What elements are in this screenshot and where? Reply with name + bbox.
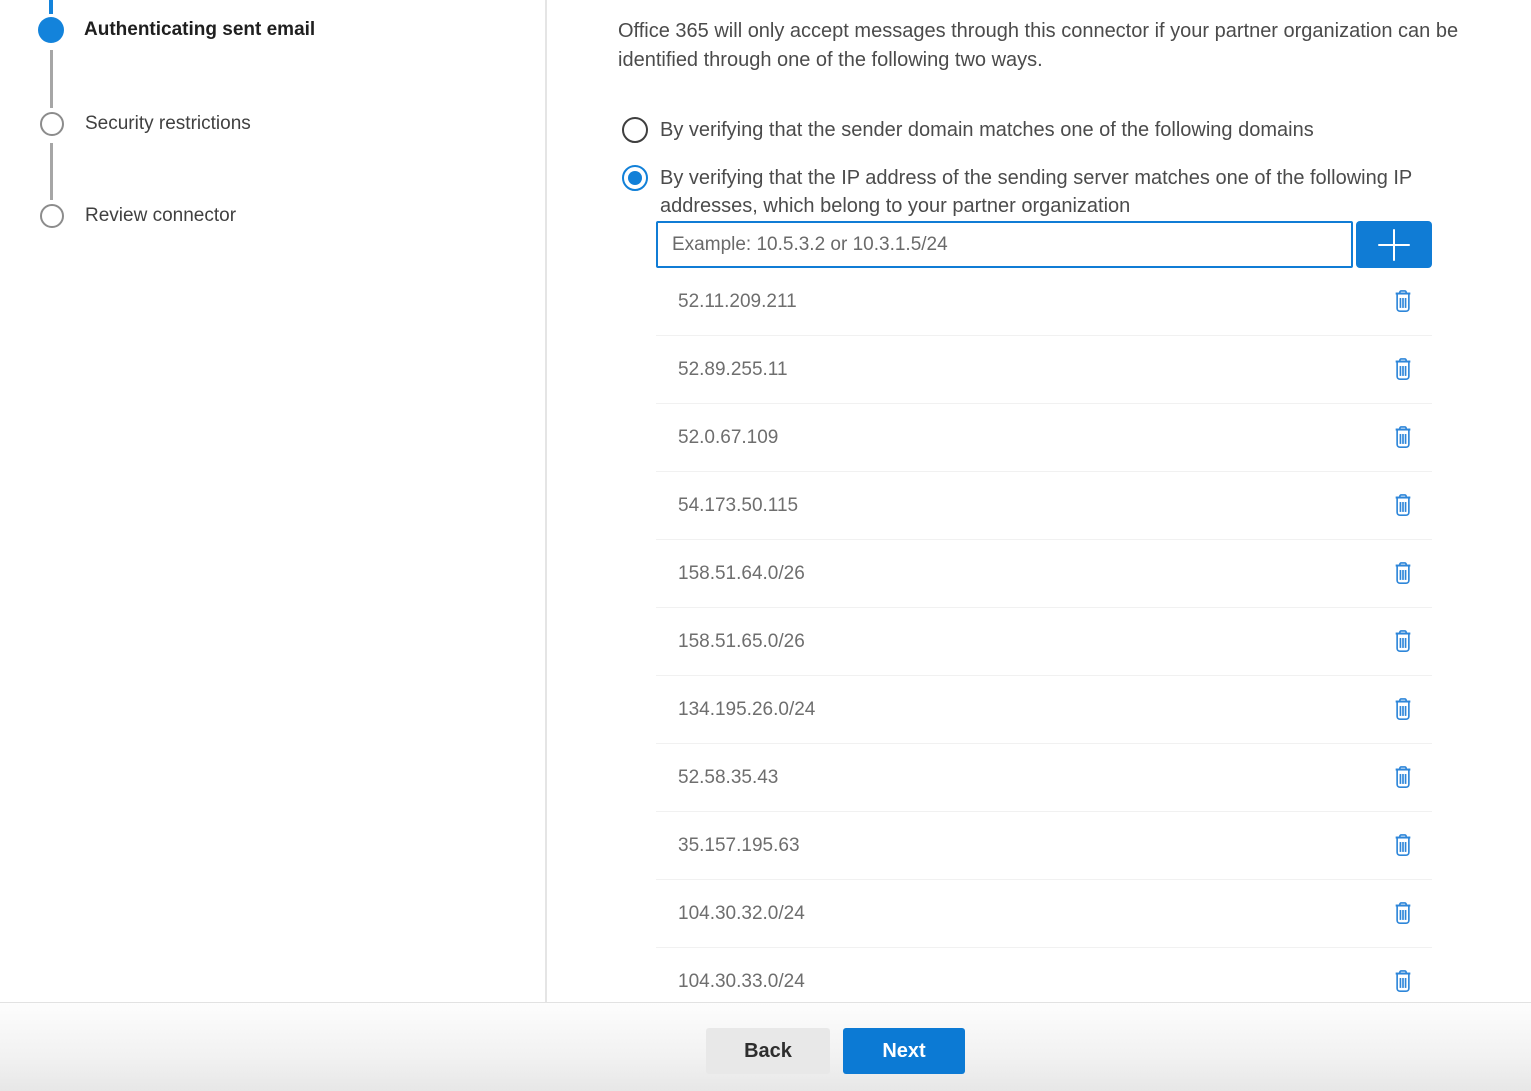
trash-icon — [1392, 356, 1414, 383]
connector-wizard-screen: Authenticating sent email Security restr… — [0, 0, 1531, 1091]
step-label: Review connector — [85, 205, 236, 227]
radio-checked-icon[interactable] — [622, 165, 648, 191]
option-verify-sender-domain[interactable]: By verifying that the sender domain matc… — [622, 117, 1314, 145]
step-connector-top — [49, 0, 53, 14]
back-button[interactable]: Back — [706, 1028, 830, 1074]
page-description: Office 365 will only accept messages thr… — [618, 17, 1530, 74]
delete-ip-button[interactable] — [1390, 286, 1416, 317]
ip-address-value: 35.157.195.63 — [678, 835, 800, 857]
trash-icon — [1392, 696, 1414, 723]
delete-ip-button[interactable] — [1390, 898, 1416, 929]
trash-icon — [1392, 832, 1414, 859]
step-label: Security restrictions — [85, 113, 251, 135]
ip-address-input[interactable] — [656, 221, 1353, 268]
ip-address-value: 134.195.26.0/24 — [678, 699, 815, 721]
trash-icon — [1392, 764, 1414, 791]
delete-ip-button[interactable] — [1390, 966, 1416, 997]
ip-address-row: 52.58.35.43 — [656, 744, 1432, 812]
ip-address-value: 52.11.209.211 — [678, 291, 797, 313]
ip-address-row: 52.0.67.109 — [656, 404, 1432, 472]
step-bullet — [40, 204, 64, 228]
ip-address-value: 104.30.33.0/24 — [678, 971, 805, 993]
step-label: Authenticating sent email — [84, 19, 315, 41]
delete-ip-button[interactable] — [1390, 694, 1416, 725]
option-verify-ip-address[interactable]: By verifying that the IP address of the … — [622, 165, 1490, 220]
trash-icon — [1392, 968, 1414, 995]
step-bullet — [40, 112, 64, 136]
ip-address-row: 158.51.65.0/26 — [656, 608, 1432, 676]
ip-address-row: 52.89.255.11 — [656, 336, 1432, 404]
step-active-bullet — [38, 17, 64, 43]
delete-ip-button[interactable] — [1390, 626, 1416, 657]
wizard-footer: Back Next — [0, 1002, 1531, 1091]
ip-address-row: 35.157.195.63 — [656, 812, 1432, 880]
ip-address-row: 54.173.50.115 — [656, 472, 1432, 540]
wizard-step-authenticating-sent-email[interactable]: Authenticating sent email — [38, 17, 315, 43]
ip-address-value: 52.58.35.43 — [678, 767, 778, 789]
ip-address-value: 52.89.255.11 — [678, 359, 788, 381]
ip-address-row: 104.30.32.0/24 — [656, 880, 1432, 948]
radio-option-label[interactable]: By verifying that the sender domain matc… — [660, 117, 1314, 145]
delete-ip-button[interactable] — [1390, 354, 1416, 385]
wizard-step-review-connector[interactable]: Review connector — [40, 204, 236, 228]
ip-address-value: 158.51.64.0/26 — [678, 563, 805, 585]
ip-address-list: 52.11.209.211 52.89.255.11 — [656, 268, 1432, 1016]
ip-entry-row — [656, 221, 1432, 268]
step-connector-line — [50, 143, 53, 200]
ip-address-value: 52.0.67.109 — [678, 427, 778, 449]
plus-icon — [1377, 228, 1411, 262]
ip-address-row: 134.195.26.0/24 — [656, 676, 1432, 744]
sidebar-divider — [545, 0, 547, 1002]
trash-icon — [1392, 628, 1414, 655]
trash-icon — [1392, 900, 1414, 927]
trash-icon — [1392, 560, 1414, 587]
ip-address-row: 52.11.209.211 — [656, 268, 1432, 336]
delete-ip-button[interactable] — [1390, 422, 1416, 453]
ip-address-value: 104.30.32.0/24 — [678, 903, 805, 925]
delete-ip-button[interactable] — [1390, 490, 1416, 521]
wizard-step-security-restrictions[interactable]: Security restrictions — [40, 112, 251, 136]
delete-ip-button[interactable] — [1390, 830, 1416, 861]
trash-icon — [1392, 424, 1414, 451]
ip-address-value: 158.51.65.0/26 — [678, 631, 805, 653]
trash-icon — [1392, 492, 1414, 519]
ip-address-row: 158.51.64.0/26 — [656, 540, 1432, 608]
step-connector-line — [50, 50, 53, 108]
radio-dot — [628, 171, 642, 185]
next-button[interactable]: Next — [843, 1028, 965, 1074]
delete-ip-button[interactable] — [1390, 558, 1416, 589]
radio-unchecked-icon[interactable] — [622, 117, 648, 143]
delete-ip-button[interactable] — [1390, 762, 1416, 793]
trash-icon — [1392, 288, 1414, 315]
radio-option-label[interactable]: By verifying that the IP address of the … — [660, 165, 1490, 220]
ip-address-value: 54.173.50.115 — [678, 495, 798, 517]
add-ip-button[interactable] — [1356, 221, 1432, 268]
